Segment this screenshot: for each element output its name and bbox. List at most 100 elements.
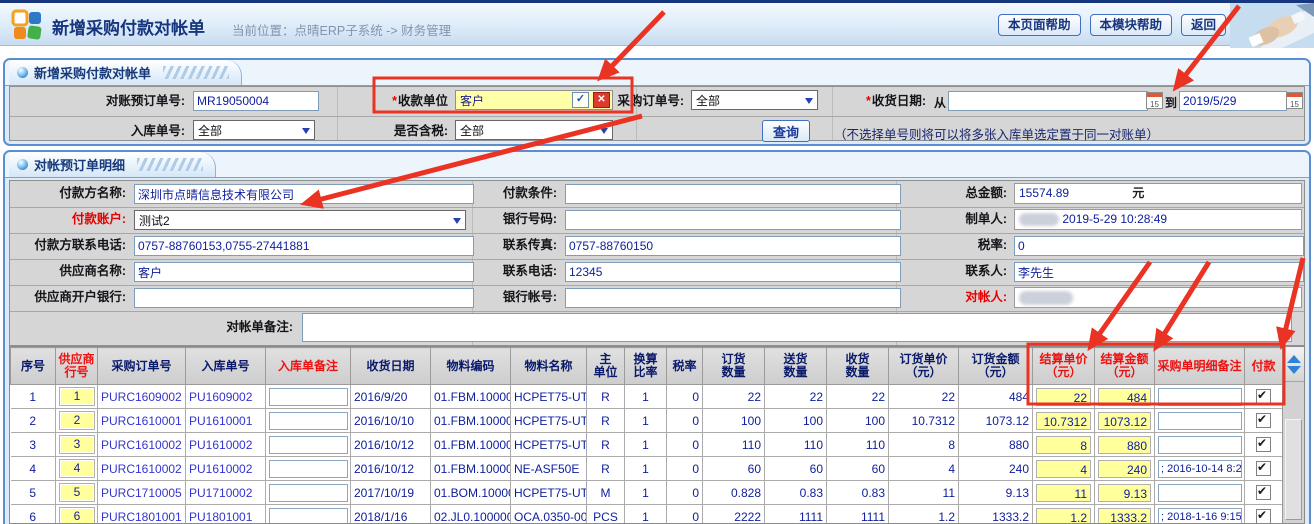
settle-cell-input[interactable]: 1.2	[1036, 508, 1091, 524]
cell-po_detail_remark[interactable]: ; 2018-1-16 9:15:	[1155, 505, 1245, 524]
remark-textarea[interactable]	[303, 314, 1291, 341]
cell-inbound_remark[interactable]	[266, 505, 351, 524]
cell-settle_price[interactable]: 4	[1033, 457, 1095, 481]
settle-cell-input[interactable]: 1333.2	[1098, 508, 1151, 524]
module-help-button[interactable]: 本模块帮助	[1090, 14, 1173, 36]
cell-settle_amount[interactable]: 9.13	[1095, 481, 1155, 505]
settle-cell-input[interactable]: 484	[1098, 388, 1151, 406]
supplier-line-box[interactable]: 4	[59, 459, 95, 478]
cell-pay[interactable]: ✔	[1245, 481, 1283, 505]
cell-po_detail_remark[interactable]	[1155, 385, 1245, 409]
remark-cell-input[interactable]	[269, 484, 348, 502]
pay-checkbox[interactable]: ✔	[1256, 509, 1271, 524]
pay-account-select[interactable]: 测试2	[134, 210, 466, 230]
cell-po_detail_remark[interactable]	[1155, 481, 1245, 505]
calendar-icon[interactable]: 15	[1286, 92, 1303, 109]
remark-cell-input[interactable]	[269, 388, 348, 406]
cell-supplier_line[interactable]: 5	[56, 481, 98, 505]
cell-supplier_line[interactable]: 1	[56, 385, 98, 409]
cell-supplier_line[interactable]: 2	[56, 409, 98, 433]
phone-input[interactable]	[565, 262, 901, 282]
scrollbar-thumb[interactable]	[1285, 419, 1302, 520]
cell-po_detail_remark[interactable]: ; 2016-10-14 8:2	[1155, 457, 1245, 481]
scroll-up-icon[interactable]	[1287, 355, 1301, 363]
payee-field[interactable]: 客户 ✓ ✕	[455, 90, 613, 110]
supplier-line-box[interactable]: 6	[59, 507, 95, 524]
cell-inbound_remark[interactable]	[266, 385, 351, 409]
scroll-down-icon[interactable]	[1287, 366, 1301, 374]
remark-cell-input[interactable]: ; 2016-10-14 8:2	[1158, 460, 1242, 478]
inbound-no-select[interactable]: 全部	[193, 120, 315, 140]
cell-settle_price[interactable]: 11	[1033, 481, 1095, 505]
settle-cell-input[interactable]: 22	[1036, 388, 1091, 406]
settle-cell-input[interactable]: 8	[1036, 436, 1091, 454]
cell-pay[interactable]: ✔	[1245, 505, 1283, 524]
settle-cell-input[interactable]: 10.7312	[1036, 412, 1091, 430]
cell-inbound_remark[interactable]	[266, 409, 351, 433]
tax-included-select[interactable]: 全部	[455, 120, 613, 140]
remark-cell-input[interactable]	[1158, 484, 1242, 502]
supplier-line-box[interactable]: 3	[59, 435, 95, 454]
pay-checkbox[interactable]: ✔	[1256, 437, 1271, 452]
contact-input[interactable]	[1014, 262, 1304, 282]
cell-settle_amount[interactable]: 484	[1095, 385, 1155, 409]
pay-condition-input[interactable]	[565, 184, 901, 204]
calendar-icon[interactable]: 15	[1146, 92, 1163, 109]
supplier-line-box[interactable]: 1	[59, 387, 95, 406]
remark-cell-input[interactable]	[269, 412, 348, 430]
cell-supplier_line[interactable]: 6	[56, 505, 98, 524]
cell-supplier_line[interactable]: 4	[56, 457, 98, 481]
cell-settle_amount[interactable]: 1333.2	[1095, 505, 1155, 524]
cell-settle_price[interactable]: 8	[1033, 433, 1095, 457]
cell-settle_amount[interactable]: 1073.12	[1095, 409, 1155, 433]
tax-rate-input[interactable]	[1014, 236, 1304, 256]
bank-no-input[interactable]	[565, 210, 901, 230]
settle-cell-input[interactable]: 1073.12	[1098, 412, 1151, 430]
vertical-scrollbar[interactable]	[1282, 347, 1304, 523]
remark-cell-input[interactable]	[1158, 388, 1242, 406]
date-to-input[interactable]	[1179, 91, 1287, 111]
settle-cell-input[interactable]: 880	[1098, 436, 1151, 454]
fax-input[interactable]	[565, 236, 901, 256]
cell-inbound_remark[interactable]	[266, 433, 351, 457]
back-button[interactable]: 返回	[1181, 14, 1226, 36]
page-help-button[interactable]: 本页面帮助	[998, 14, 1081, 36]
supplier-name-input[interactable]	[134, 262, 474, 282]
pay-checkbox[interactable]: ✔	[1256, 461, 1271, 476]
cell-pay[interactable]: ✔	[1245, 385, 1283, 409]
pay-checkbox[interactable]: ✔	[1256, 389, 1271, 404]
cell-po_detail_remark[interactable]	[1155, 433, 1245, 457]
payee-select-icon[interactable]: ✓	[572, 92, 589, 108]
bank-account-input[interactable]	[565, 288, 901, 308]
payer-name-input[interactable]	[134, 184, 474, 204]
cell-pay[interactable]: ✔	[1245, 457, 1283, 481]
cell-settle_price[interactable]: 1.2	[1033, 505, 1095, 524]
cell-inbound_remark[interactable]	[266, 457, 351, 481]
settle-cell-input[interactable]: 240	[1098, 460, 1151, 478]
remark-cell-input[interactable]	[269, 436, 348, 454]
date-from-input[interactable]	[948, 91, 1148, 111]
reserve-no-input[interactable]	[193, 91, 319, 111]
cell-pay[interactable]: ✔	[1245, 409, 1283, 433]
cell-supplier_line[interactable]: 3	[56, 433, 98, 457]
pay-checkbox[interactable]: ✔	[1256, 413, 1271, 428]
remark-cell-input[interactable]	[269, 460, 348, 478]
settle-cell-input[interactable]: 11	[1036, 484, 1091, 502]
remark-cell-input[interactable]	[1158, 436, 1242, 454]
remark-cell-input[interactable]: ; 2018-1-16 9:15:	[1158, 508, 1242, 524]
remark-cell-input[interactable]	[1158, 412, 1242, 430]
payer-phone-input[interactable]	[134, 236, 474, 256]
settle-cell-input[interactable]: 4	[1036, 460, 1091, 478]
cell-settle_price[interactable]: 10.7312	[1033, 409, 1095, 433]
cell-settle_price[interactable]: 22	[1033, 385, 1095, 409]
supplier-bank-input[interactable]	[134, 288, 474, 308]
purchase-order-select[interactable]: 全部	[691, 90, 818, 110]
cell-pay[interactable]: ✔	[1245, 433, 1283, 457]
supplier-line-box[interactable]: 5	[59, 483, 95, 502]
settle-cell-input[interactable]: 9.13	[1098, 484, 1151, 502]
cell-settle_amount[interactable]: 240	[1095, 457, 1155, 481]
query-button[interactable]: 查询	[762, 120, 810, 142]
cell-settle_amount[interactable]: 880	[1095, 433, 1155, 457]
supplier-line-box[interactable]: 2	[59, 411, 95, 430]
cell-po_detail_remark[interactable]	[1155, 409, 1245, 433]
